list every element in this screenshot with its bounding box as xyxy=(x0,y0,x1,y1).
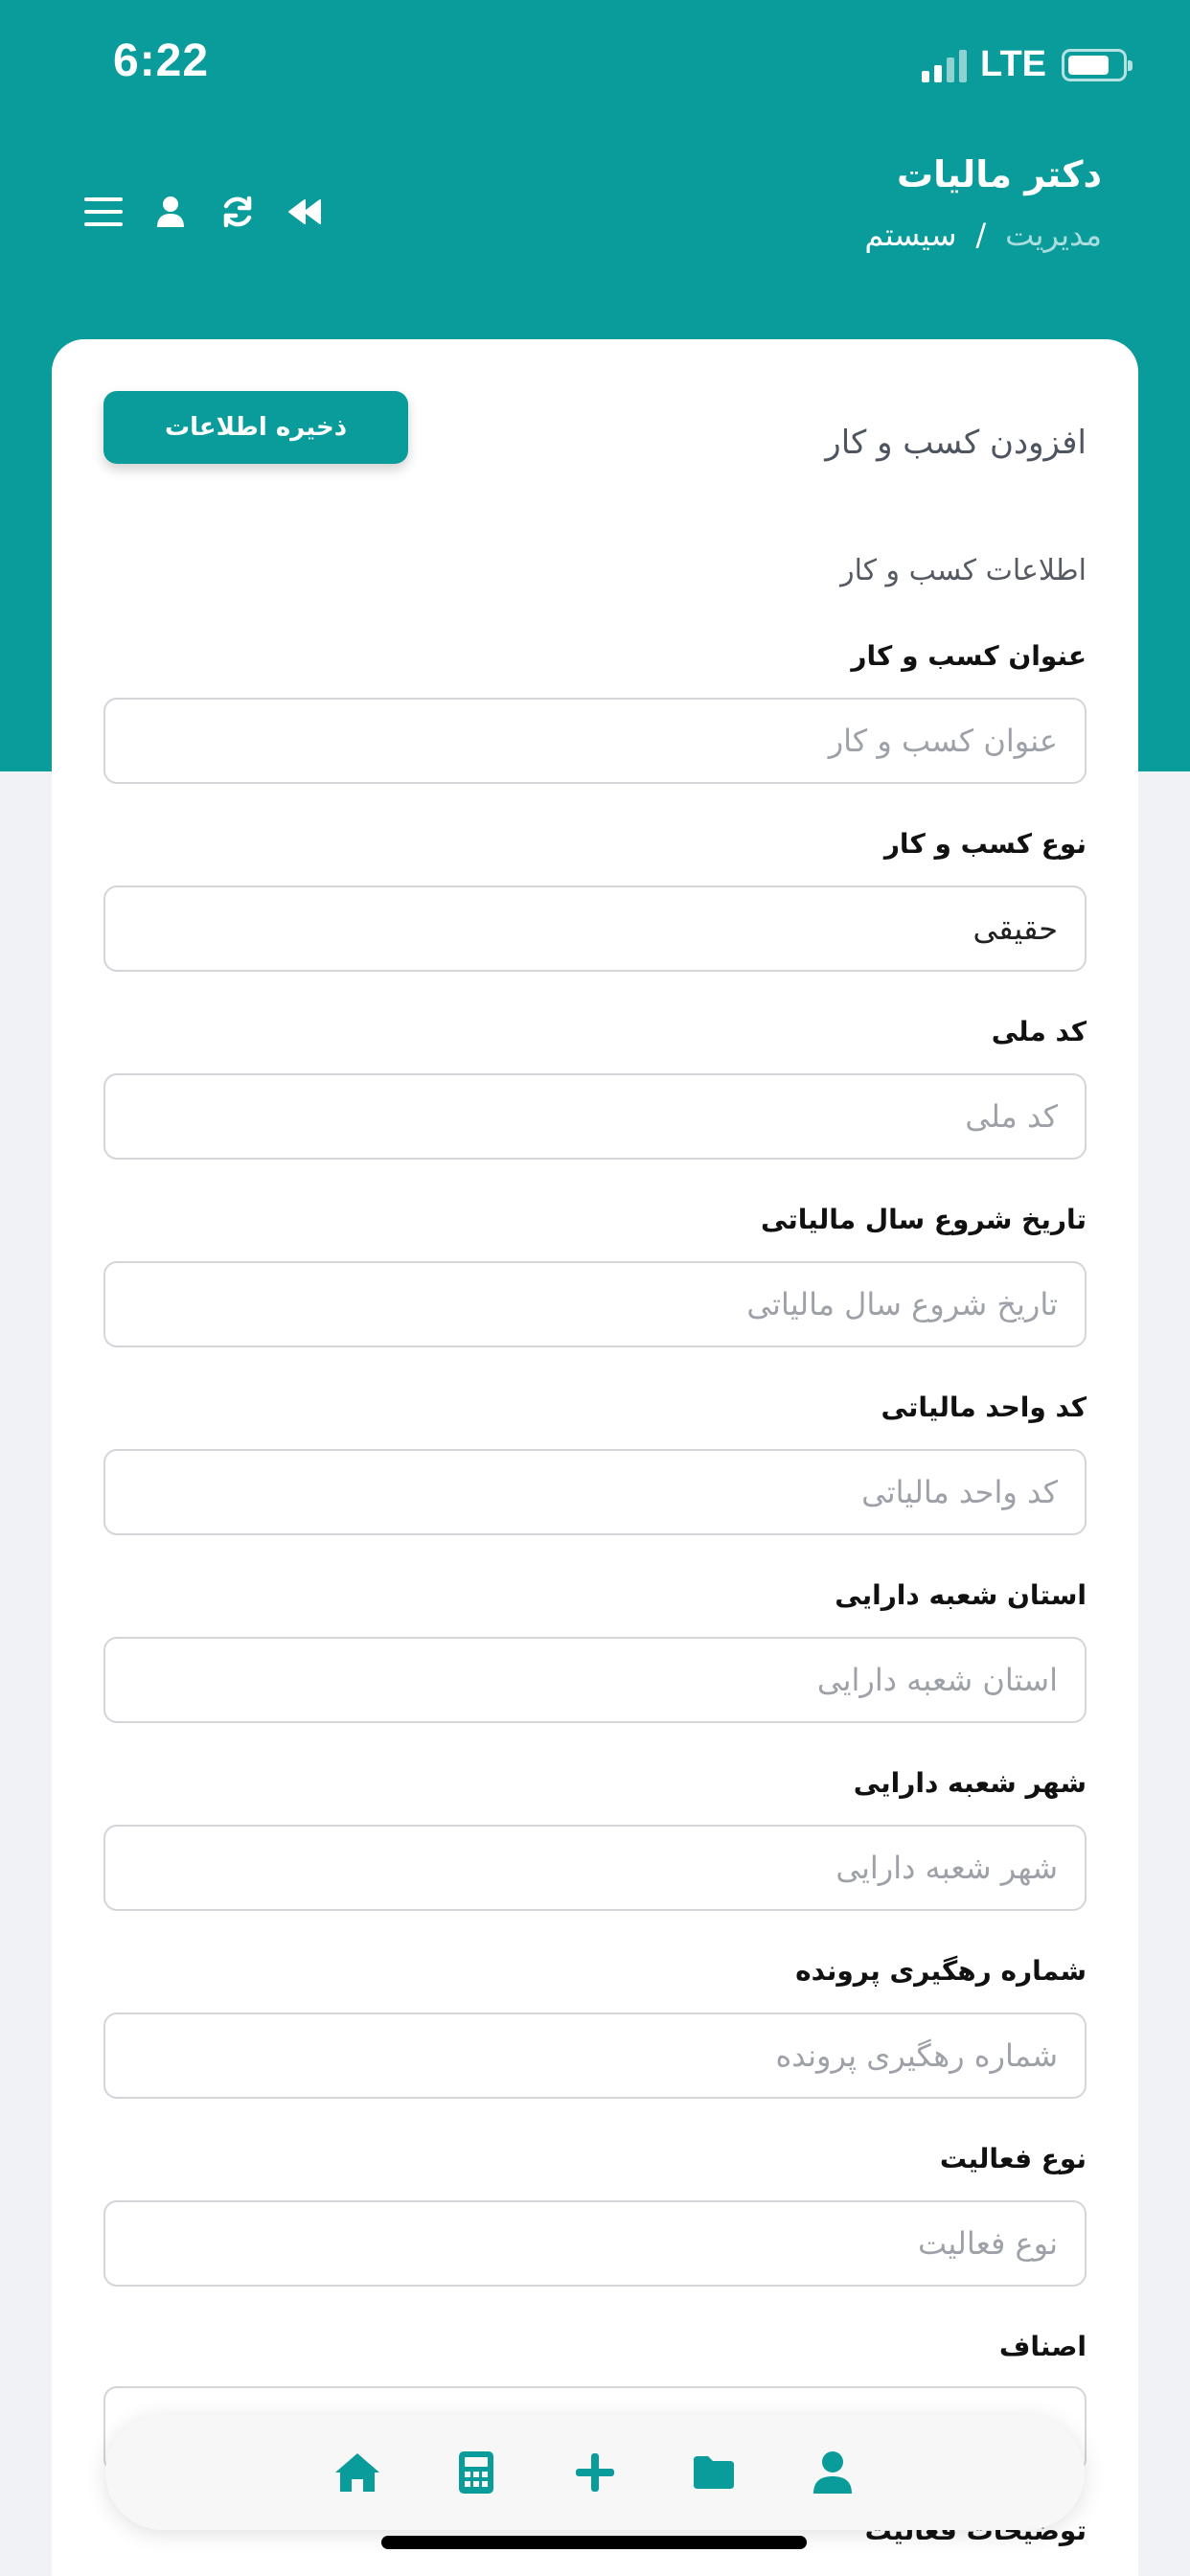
calculator-icon[interactable] xyxy=(451,2448,501,2497)
tax-unit-code-input[interactable] xyxy=(103,1449,1087,1535)
battery-icon xyxy=(1062,48,1133,81)
breadcrumb-separator: / xyxy=(975,217,987,253)
activity-type-input[interactable] xyxy=(103,2200,1087,2287)
status-indicators: LTE xyxy=(922,44,1133,85)
app-title: دکتر مالیات xyxy=(896,153,1102,196)
guilds-label: اصناف xyxy=(998,2331,1087,2362)
national-code-input[interactable] xyxy=(103,1073,1087,1160)
user-icon[interactable] xyxy=(151,192,190,232)
business-type-select[interactable]: حقیقی xyxy=(103,886,1087,972)
backward-icon[interactable] xyxy=(286,192,324,232)
breadcrumb: مدیریت / سیستم xyxy=(864,217,1102,253)
business-title-input[interactable] xyxy=(103,698,1087,784)
network-label: LTE xyxy=(980,44,1046,84)
branch-province-label: استان شعبه دارایی xyxy=(835,1579,1087,1611)
tax-year-start-input[interactable] xyxy=(103,1261,1087,1347)
branch-city-label: شهر شعبه دارایی xyxy=(853,1767,1087,1799)
branch-city-input[interactable] xyxy=(103,1825,1087,1911)
home-indicator xyxy=(381,2536,807,2549)
tax-year-start-label: تاریخ شروع سال مالیاتی xyxy=(760,1204,1087,1235)
business-type-label: نوع کسب و کار xyxy=(883,828,1087,860)
business-type-value: حقیقی xyxy=(973,910,1058,947)
signal-icon xyxy=(922,48,968,82)
home-icon[interactable] xyxy=(332,2448,382,2497)
tax-unit-code-label: کد واحد مالیاتی xyxy=(881,1392,1087,1423)
breadcrumb-item-management[interactable]: مدیریت xyxy=(1005,217,1102,253)
save-button[interactable]: ذخیره اطلاعات xyxy=(103,391,408,464)
folder-icon[interactable] xyxy=(689,2448,739,2497)
section-title: اطلاعات کسب و کار xyxy=(840,554,1087,587)
activity-type-label: نوع فعالیت xyxy=(939,2143,1087,2174)
breadcrumb-item-system: سیستم xyxy=(864,217,957,253)
refresh-icon[interactable] xyxy=(218,192,257,232)
menu-icon[interactable] xyxy=(84,192,123,232)
plus-icon[interactable] xyxy=(570,2448,620,2497)
header-actions xyxy=(84,192,324,232)
branch-province-input[interactable] xyxy=(103,1637,1087,1723)
user-icon[interactable] xyxy=(808,2448,858,2497)
tracking-number-input[interactable] xyxy=(103,2012,1087,2099)
status-time: 6:22 xyxy=(113,35,210,86)
form-title: افزودن کسب و کار xyxy=(825,424,1087,462)
tracking-number-label: شماره رهگیری پرونده xyxy=(795,1955,1087,1987)
national-code-label: کد ملی xyxy=(991,1016,1087,1047)
bottom-navigation xyxy=(105,2415,1085,2530)
business-title-label: عنوان کسب و کار xyxy=(851,640,1087,672)
